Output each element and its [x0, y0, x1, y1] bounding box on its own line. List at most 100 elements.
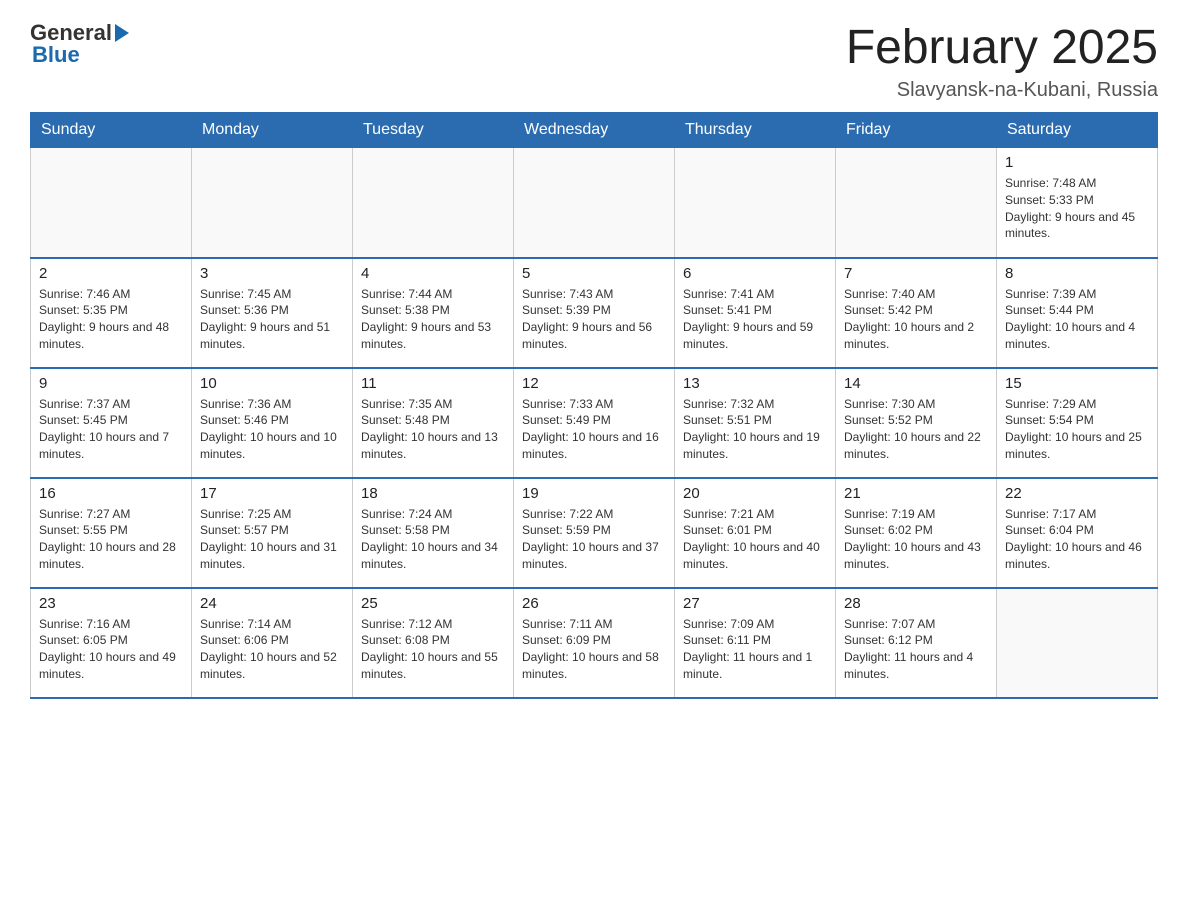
day-number: 8 — [1005, 265, 1149, 282]
calendar-table: SundayMondayTuesdayWednesdayThursdayFrid… — [30, 112, 1158, 699]
day-number: 21 — [844, 485, 988, 502]
day-number: 1 — [1005, 154, 1149, 171]
page-header: General Blue February 2025 Slavyansk-na-… — [30, 20, 1158, 102]
day-number: 11 — [361, 375, 505, 392]
day-info: Sunrise: 7:41 AM Sunset: 5:41 PM Dayligh… — [683, 286, 827, 353]
day-number: 19 — [522, 485, 666, 502]
day-info: Sunrise: 7:21 AM Sunset: 6:01 PM Dayligh… — [683, 506, 827, 573]
calendar-body: 1 Sunrise: 7:48 AM Sunset: 5:33 PM Daylig… — [31, 148, 1158, 698]
day-info: Sunrise: 7:48 AM Sunset: 5:33 PM Dayligh… — [1005, 175, 1149, 242]
logo-blue-text: Blue — [32, 42, 80, 68]
day-info: Sunrise: 7:33 AM Sunset: 5:49 PM Dayligh… — [522, 396, 666, 463]
day-info: Sunrise: 7:35 AM Sunset: 5:48 PM Dayligh… — [361, 396, 505, 463]
calendar-cell — [675, 148, 836, 258]
calendar-cell: 16 Sunrise: 7:27 AM Sunset: 5:55 PM Dayli… — [31, 478, 192, 588]
day-number: 23 — [39, 595, 183, 612]
calendar-cell: 26Sunrise: 7:11 AM Sunset: 6:09 PM Dayli… — [514, 588, 675, 698]
day-number: 20 — [683, 485, 827, 502]
calendar-cell — [192, 148, 353, 258]
calendar-cell: 1 Sunrise: 7:48 AM Sunset: 5:33 PM Daylig… — [997, 148, 1158, 258]
day-info: Sunrise: 7:17 AM Sunset: 6:04 PM Dayligh… — [1005, 506, 1149, 573]
logo-arrow-icon — [115, 24, 129, 42]
day-info: Sunrise: 7:19 AM Sunset: 6:02 PM Dayligh… — [844, 506, 988, 573]
calendar-cell: 8 Sunrise: 7:39 AM Sunset: 5:44 PM Daylig… — [997, 258, 1158, 368]
calendar-cell: 7Sunrise: 7:40 AM Sunset: 5:42 PM Daylig… — [836, 258, 997, 368]
calendar-header: SundayMondayTuesdayWednesdayThursdayFrid… — [31, 113, 1158, 148]
calendar-cell: 28Sunrise: 7:07 AM Sunset: 6:12 PM Dayli… — [836, 588, 997, 698]
day-number: 3 — [200, 265, 344, 282]
calendar-cell: 11 Sunrise: 7:35 AM Sunset: 5:48 PM Dayli… — [353, 368, 514, 478]
weekday-header-thursday: Thursday — [675, 113, 836, 148]
day-number: 13 — [683, 375, 827, 392]
weekday-header-saturday: Saturday — [997, 113, 1158, 148]
day-number: 24 — [200, 595, 344, 612]
calendar-cell: 13 Sunrise: 7:32 AM Sunset: 5:51 PM Dayli… — [675, 368, 836, 478]
day-number: 28 — [844, 595, 988, 612]
day-info: Sunrise: 7:11 AM Sunset: 6:09 PM Dayligh… — [522, 616, 666, 683]
day-number: 27 — [683, 595, 827, 612]
day-number: 25 — [361, 595, 505, 612]
calendar-cell: 4Sunrise: 7:44 AM Sunset: 5:38 PM Daylig… — [353, 258, 514, 368]
calendar-cell: 20 Sunrise: 7:21 AM Sunset: 6:01 PM Dayli… — [675, 478, 836, 588]
calendar-week-row: 16 Sunrise: 7:27 AM Sunset: 5:55 PM Dayli… — [31, 478, 1158, 588]
day-info: Sunrise: 7:12 AM Sunset: 6:08 PM Dayligh… — [361, 616, 505, 683]
weekday-row: SundayMondayTuesdayWednesdayThursdayFrid… — [31, 113, 1158, 148]
calendar-cell: 21 Sunrise: 7:19 AM Sunset: 6:02 PM Dayli… — [836, 478, 997, 588]
calendar-week-row: 23Sunrise: 7:16 AM Sunset: 6:05 PM Dayli… — [31, 588, 1158, 698]
calendar-cell: 12 Sunrise: 7:33 AM Sunset: 5:49 PM Dayli… — [514, 368, 675, 478]
weekday-header-tuesday: Tuesday — [353, 113, 514, 148]
day-info: Sunrise: 7:24 AM Sunset: 5:58 PM Dayligh… — [361, 506, 505, 573]
calendar-cell — [997, 588, 1158, 698]
calendar-week-row: 9Sunrise: 7:37 AM Sunset: 5:45 PM Daylig… — [31, 368, 1158, 478]
day-number: 6 — [683, 265, 827, 282]
calendar-cell — [31, 148, 192, 258]
day-number: 10 — [200, 375, 344, 392]
day-info: Sunrise: 7:25 AM Sunset: 5:57 PM Dayligh… — [200, 506, 344, 573]
calendar-cell: 17 Sunrise: 7:25 AM Sunset: 5:57 PM Dayli… — [192, 478, 353, 588]
calendar-cell — [836, 148, 997, 258]
calendar-cell: 10 Sunrise: 7:36 AM Sunset: 5:46 PM Dayli… — [192, 368, 353, 478]
day-number: 18 — [361, 485, 505, 502]
day-info: Sunrise: 7:36 AM Sunset: 5:46 PM Dayligh… — [200, 396, 344, 463]
day-info: Sunrise: 7:43 AM Sunset: 5:39 PM Dayligh… — [522, 286, 666, 353]
day-number: 4 — [361, 265, 505, 282]
day-number: 14 — [844, 375, 988, 392]
calendar-cell: 27 Sunrise: 7:09 AM Sunset: 6:11 PM Dayli… — [675, 588, 836, 698]
day-number: 7 — [844, 265, 988, 282]
logo: General Blue — [30, 20, 129, 68]
day-number: 15 — [1005, 375, 1149, 392]
calendar-cell: 25 Sunrise: 7:12 AM Sunset: 6:08 PM Dayli… — [353, 588, 514, 698]
calendar-cell: 22 Sunrise: 7:17 AM Sunset: 6:04 PM Dayli… — [997, 478, 1158, 588]
calendar-cell: 6 Sunrise: 7:41 AM Sunset: 5:41 PM Daylig… — [675, 258, 836, 368]
location-text: Slavyansk-na-Kubani, Russia — [846, 79, 1158, 102]
day-number: 9 — [39, 375, 183, 392]
calendar-cell: 5 Sunrise: 7:43 AM Sunset: 5:39 PM Daylig… — [514, 258, 675, 368]
weekday-header-monday: Monday — [192, 113, 353, 148]
weekday-header-friday: Friday — [836, 113, 997, 148]
day-number: 5 — [522, 265, 666, 282]
weekday-header-sunday: Sunday — [31, 113, 192, 148]
day-number: 16 — [39, 485, 183, 502]
day-info: Sunrise: 7:39 AM Sunset: 5:44 PM Dayligh… — [1005, 286, 1149, 353]
calendar-cell: 24 Sunrise: 7:14 AM Sunset: 6:06 PM Dayli… — [192, 588, 353, 698]
day-info: Sunrise: 7:45 AM Sunset: 5:36 PM Dayligh… — [200, 286, 344, 353]
day-info: Sunrise: 7:14 AM Sunset: 6:06 PM Dayligh… — [200, 616, 344, 683]
weekday-header-wednesday: Wednesday — [514, 113, 675, 148]
day-info: Sunrise: 7:46 AM Sunset: 5:35 PM Dayligh… — [39, 286, 183, 353]
calendar-cell: 15 Sunrise: 7:29 AM Sunset: 5:54 PM Dayli… — [997, 368, 1158, 478]
day-info: Sunrise: 7:32 AM Sunset: 5:51 PM Dayligh… — [683, 396, 827, 463]
day-info: Sunrise: 7:27 AM Sunset: 5:55 PM Dayligh… — [39, 506, 183, 573]
calendar-cell: 3 Sunrise: 7:45 AM Sunset: 5:36 PM Daylig… — [192, 258, 353, 368]
title-block: February 2025 Slavyansk-na-Kubani, Russi… — [846, 20, 1158, 102]
day-number: 12 — [522, 375, 666, 392]
calendar-cell: 18 Sunrise: 7:24 AM Sunset: 5:58 PM Dayli… — [353, 478, 514, 588]
calendar-cell — [514, 148, 675, 258]
day-info: Sunrise: 7:29 AM Sunset: 5:54 PM Dayligh… — [1005, 396, 1149, 463]
calendar-cell: 14Sunrise: 7:30 AM Sunset: 5:52 PM Dayli… — [836, 368, 997, 478]
day-number: 17 — [200, 485, 344, 502]
calendar-cell: 23Sunrise: 7:16 AM Sunset: 6:05 PM Dayli… — [31, 588, 192, 698]
day-number: 22 — [1005, 485, 1149, 502]
day-info: Sunrise: 7:09 AM Sunset: 6:11 PM Dayligh… — [683, 616, 827, 683]
day-number: 2 — [39, 265, 183, 282]
calendar-week-row: 1 Sunrise: 7:48 AM Sunset: 5:33 PM Daylig… — [31, 148, 1158, 258]
